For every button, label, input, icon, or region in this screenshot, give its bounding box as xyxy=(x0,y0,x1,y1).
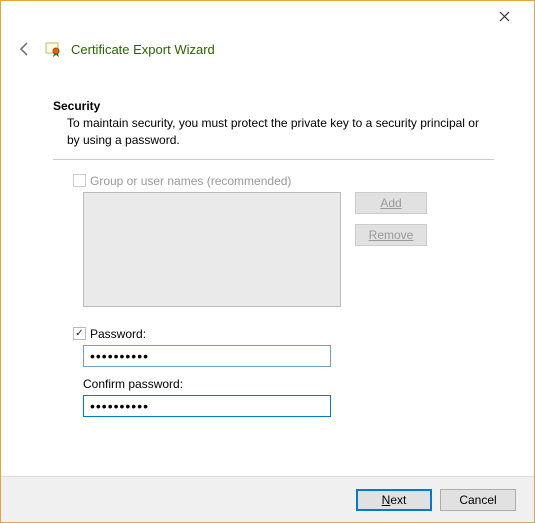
add-button: Add xyxy=(355,192,427,214)
confirm-password-label: Confirm password: xyxy=(83,377,494,391)
group-users-checkbox[interactable] xyxy=(73,174,86,187)
group-users-listbox xyxy=(83,192,341,307)
section-title: Security xyxy=(53,99,494,113)
remove-button: Remove xyxy=(355,224,427,246)
cancel-button[interactable]: Cancel xyxy=(440,489,516,511)
wizard-title: Certificate Export Wizard xyxy=(71,42,215,57)
section-description: To maintain security, you must protect t… xyxy=(53,115,494,149)
group-users-label: Group or user names (recommended) xyxy=(90,174,291,188)
back-arrow-icon[interactable] xyxy=(15,39,35,59)
password-label: Password: xyxy=(90,327,146,341)
divider xyxy=(53,159,494,160)
close-icon[interactable] xyxy=(484,2,524,30)
password-field[interactable] xyxy=(83,345,331,367)
next-button[interactable]: Next xyxy=(356,489,432,511)
password-checkbox[interactable] xyxy=(73,327,86,340)
certificate-icon xyxy=(45,41,61,57)
confirm-password-field[interactable] xyxy=(83,395,331,417)
